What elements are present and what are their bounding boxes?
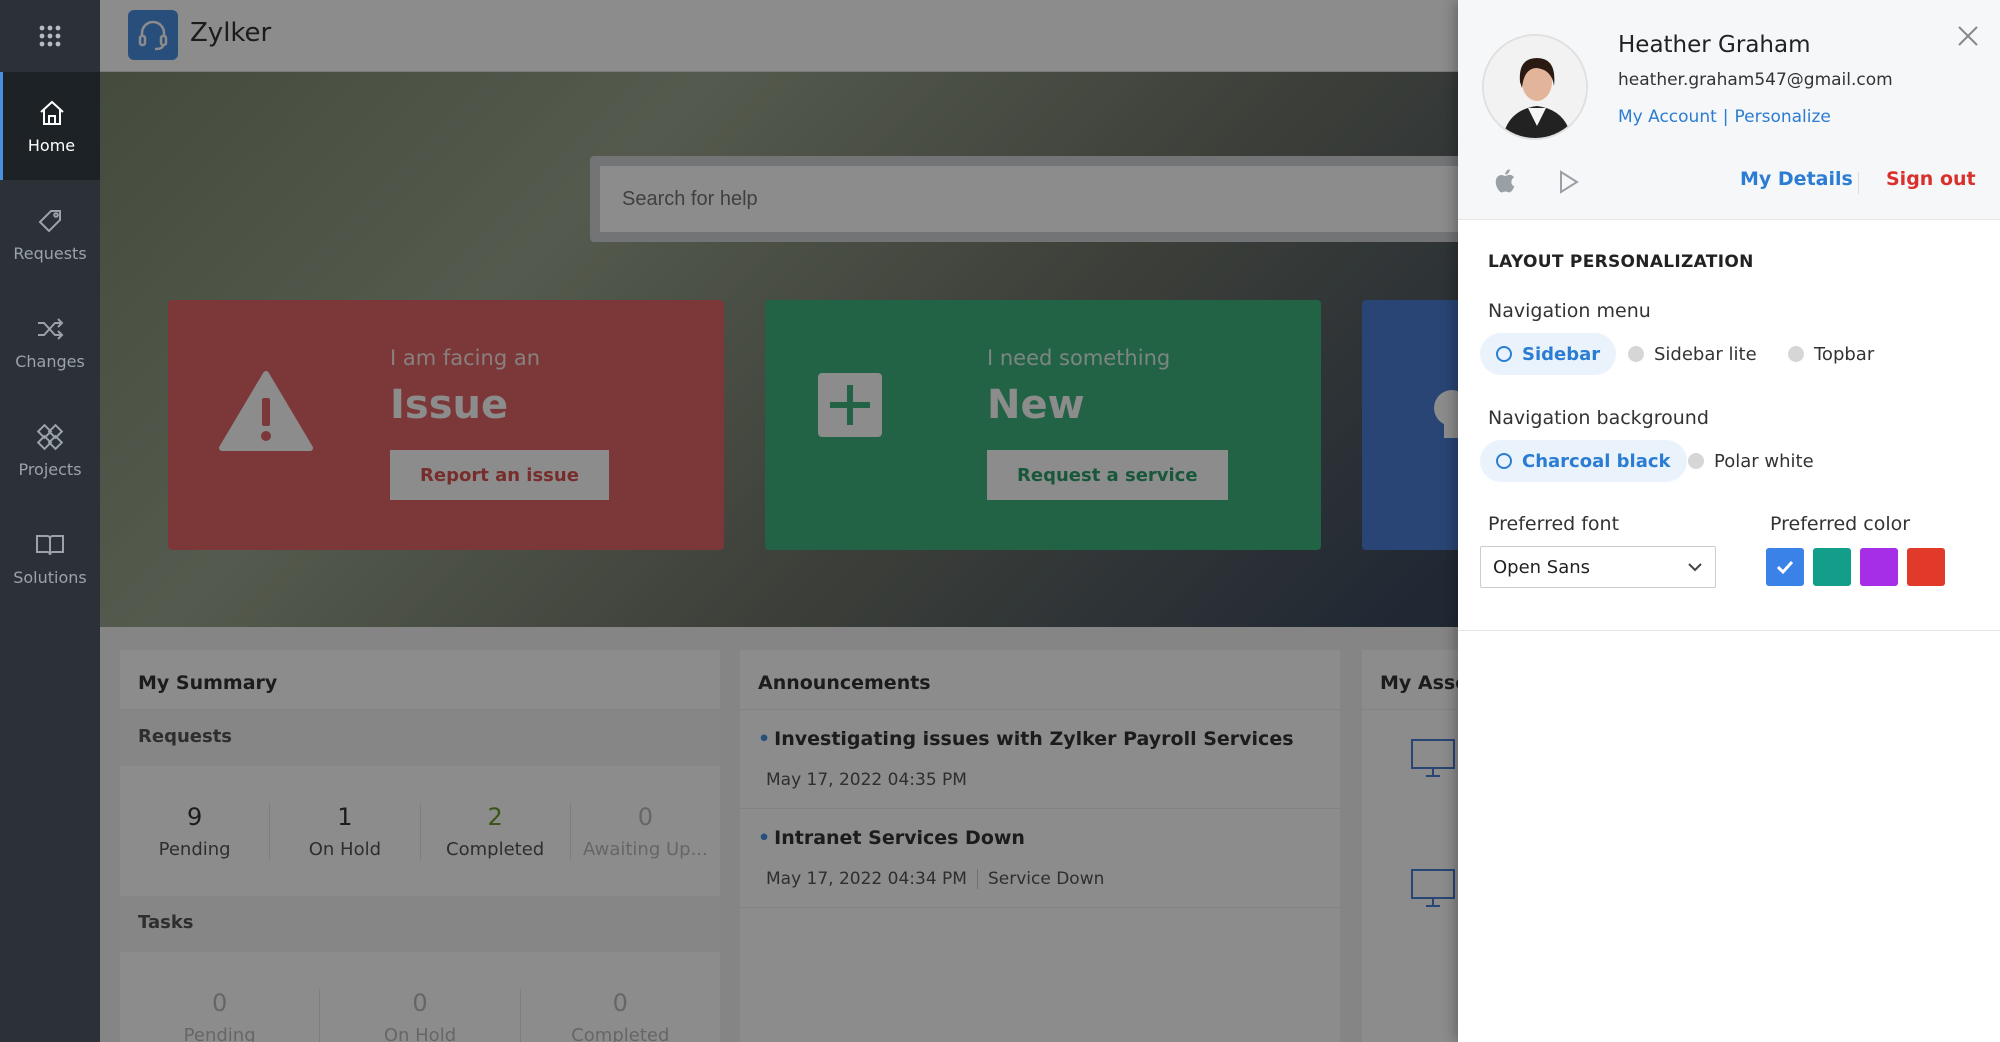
- layout-personalization-title: LAYOUT PERSONALIZATION: [1488, 252, 1754, 272]
- profile-email: heather.graham547@gmail.com: [1618, 70, 1893, 90]
- rail-label: Requests: [13, 243, 87, 263]
- font-select-value: Open Sans: [1493, 556, 1591, 578]
- check-circle-icon: [1496, 453, 1512, 469]
- rail-label: Changes: [15, 351, 85, 371]
- check-icon: [1776, 560, 1794, 575]
- preferred-color-label: Preferred color: [1770, 513, 1911, 535]
- grid-icon: [39, 25, 61, 47]
- tag-icon: [38, 209, 61, 232]
- rail-item-solutions[interactable]: Solutions: [0, 504, 100, 612]
- panel-divider: [1458, 630, 2000, 631]
- rail-item-requests[interactable]: Requests: [0, 180, 100, 288]
- option-label: Sidebar: [1522, 343, 1601, 365]
- my-details-link[interactable]: My Details: [1740, 168, 1853, 190]
- radio-icon: [1628, 346, 1644, 362]
- rail-label: Projects: [18, 459, 82, 479]
- option-label: Polar white: [1714, 450, 1814, 472]
- my-account-link[interactable]: My Account: [1618, 107, 1717, 127]
- radio-icon: [1788, 346, 1804, 362]
- avatar[interactable]: [1482, 34, 1588, 140]
- app-launcher[interactable]: [0, 0, 100, 72]
- option-label: Topbar: [1814, 343, 1875, 365]
- link-divider: |: [1722, 107, 1729, 127]
- nav-menu-option-topbar[interactable]: Topbar: [1788, 333, 1874, 375]
- nav-bg-option-charcoal-black[interactable]: Charcoal black: [1480, 440, 1687, 482]
- close-icon[interactable]: [1956, 24, 1980, 48]
- font-select[interactable]: Open Sans: [1480, 546, 1716, 588]
- left-nav-rail: Home Requests Changes Projects Solutions: [0, 0, 100, 1042]
- option-label: Sidebar lite: [1654, 343, 1757, 365]
- color-swatch-purple[interactable]: [1860, 548, 1898, 586]
- color-swatch-red[interactable]: [1907, 548, 1945, 586]
- preferred-font-label: Preferred font: [1488, 513, 1620, 535]
- profile-panel: Heather Graham heather.graham547@gmail.c…: [1458, 0, 2000, 1042]
- header-divider: [1858, 172, 1859, 194]
- color-swatch-teal[interactable]: [1813, 548, 1851, 586]
- chevron-down-icon: [1688, 563, 1702, 572]
- color-swatch-blue[interactable]: [1766, 548, 1804, 586]
- nav-background-label: Navigation background: [1488, 407, 1709, 429]
- user-photo-icon: [1484, 36, 1586, 138]
- profile-header: Heather Graham heather.graham547@gmail.c…: [1458, 0, 2000, 220]
- profile-name: Heather Graham: [1618, 32, 1811, 58]
- check-circle-icon: [1496, 346, 1512, 362]
- sign-out-button[interactable]: Sign out: [1886, 168, 1976, 190]
- rail-item-changes[interactable]: Changes: [0, 288, 100, 396]
- nav-bg-option-polar-white[interactable]: Polar white: [1688, 440, 1814, 482]
- apple-icon[interactable]: [1494, 168, 1516, 194]
- home-icon: [39, 100, 64, 125]
- rail-item-projects[interactable]: Projects: [0, 396, 100, 504]
- profile-links: My Account | Personalize: [1618, 107, 1831, 127]
- shuffle-icon: [38, 317, 64, 340]
- rail-label: Solutions: [13, 567, 87, 587]
- play-store-icon[interactable]: [1558, 170, 1580, 194]
- nav-menu-option-sidebar[interactable]: Sidebar: [1480, 333, 1617, 375]
- rail-label: Home: [27, 135, 76, 155]
- nav-menu-label: Navigation menu: [1488, 300, 1651, 322]
- radio-icon: [1688, 453, 1704, 469]
- nav-menu-option-sidebar-lite[interactable]: Sidebar lite: [1628, 333, 1757, 375]
- option-label: Charcoal black: [1522, 450, 1671, 472]
- rail-item-home[interactable]: Home: [0, 72, 100, 180]
- book-icon: [36, 534, 64, 555]
- puzzle-icon: [36, 423, 64, 450]
- personalize-link[interactable]: Personalize: [1735, 107, 1831, 127]
